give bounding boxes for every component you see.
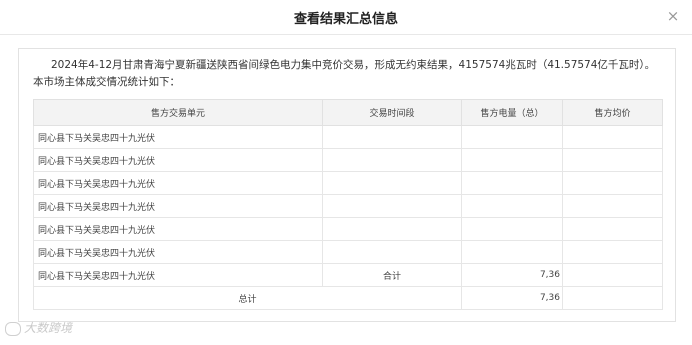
cell-period (322, 171, 462, 195)
cell-quantity: 7,36 (461, 263, 563, 287)
cell-quantity (461, 148, 563, 172)
results-panel: 2024年4-12月甘肃青海宁夏新疆送陕西省间绿色电力集中竞价交易，形成无约束结… (18, 48, 676, 322)
cell-period (322, 194, 462, 218)
header-seller-avg-price: 售方均价 (562, 99, 663, 126)
table-row: 同心县下马关吴忠四十九光伏 (33, 148, 663, 172)
cell-quantity (461, 171, 563, 195)
cell-quantity (461, 217, 563, 241)
table-header-row: 售方交易单元 交易时间段 售方电量（总） 售方均价 (33, 99, 663, 126)
total-quantity: 7,36 (461, 286, 563, 310)
cell-unit: 同心县下马关吴忠四十九光伏 (33, 240, 323, 264)
header-seller-quantity: 售方电量（总） (461, 99, 563, 126)
cell-price (562, 240, 663, 264)
cell-period (322, 148, 462, 172)
table-row: 同心县下马关吴忠四十九光伏 (33, 171, 663, 195)
table-row-total: 总计 7,36 (33, 286, 663, 310)
cell-quantity (461, 125, 563, 149)
dialog-header: 查看结果汇总信息 × (0, 0, 692, 35)
cell-price (562, 148, 663, 172)
cell-price (562, 194, 663, 218)
header-seller-unit: 售方交易单元 (33, 99, 323, 126)
cell-unit: 同心县下马关吴忠四十九光伏 (33, 148, 323, 172)
cell-period: 合计 (322, 263, 462, 287)
cell-unit: 同心县下马关吴忠四十九光伏 (33, 125, 323, 149)
cell-price (562, 263, 663, 287)
cell-period (322, 125, 462, 149)
cell-price (562, 171, 663, 195)
cell-unit: 同心县下马关吴忠四十九光伏 (33, 217, 323, 241)
close-icon[interactable]: × (664, 7, 682, 25)
total-price (562, 286, 663, 310)
cell-unit: 同心县下马关吴忠四十九光伏 (33, 194, 323, 218)
results-table: 售方交易单元 交易时间段 售方电量（总） 售方均价 同心县下马关吴忠四十九光伏 … (33, 99, 663, 310)
watermark-logo-icon (5, 321, 21, 336)
cell-period (322, 240, 462, 264)
cell-price (562, 125, 663, 149)
table-row: 同心县下马关吴忠四十九光伏 (33, 125, 663, 149)
cell-unit: 同心县下马关吴忠四十九光伏 (33, 171, 323, 195)
header-time-period: 交易时间段 (322, 99, 462, 126)
cell-quantity (461, 194, 563, 218)
watermark-text: 大数跨境 (24, 321, 73, 335)
watermark: 大数跨境 (5, 319, 72, 336)
cell-quantity (461, 240, 563, 264)
dialog-title: 查看结果汇总信息 (293, 12, 398, 27)
table-row: 同心县下马关吴忠四十九光伏 (33, 194, 663, 218)
table-row: 同心县下马关吴忠四十九光伏 (33, 217, 663, 241)
cell-price (562, 217, 663, 241)
table-row-subtotal: 同心县下马关吴忠四十九光伏 合计 7,36 (33, 263, 663, 287)
cell-unit: 同心县下马关吴忠四十九光伏 (33, 263, 323, 287)
summary-text: 2024年4-12月甘肃青海宁夏新疆送陕西省间绿色电力集中竞价交易，形成无约束结… (33, 59, 656, 88)
cell-period (322, 217, 462, 241)
table-row: 同心县下马关吴忠四十九光伏 (33, 240, 663, 264)
total-label: 总计 (33, 286, 462, 310)
